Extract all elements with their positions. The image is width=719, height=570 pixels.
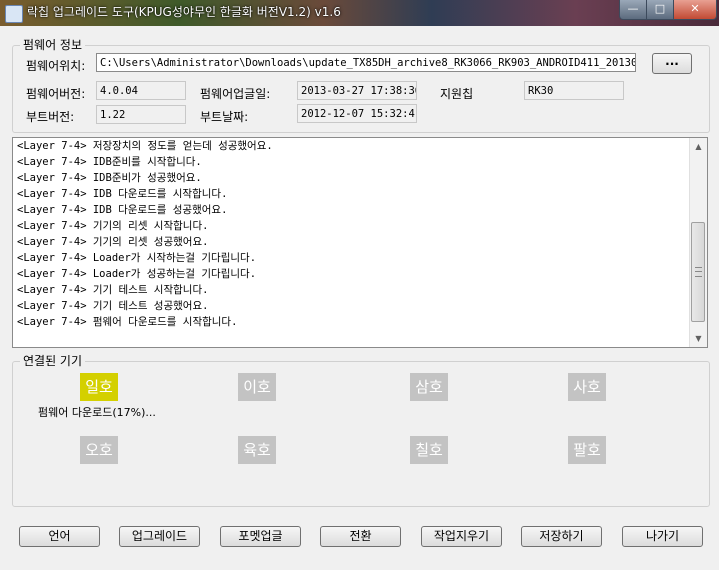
scroll-thumb[interactable] (691, 222, 705, 322)
log-line: <Layer 7-4> IDB준비가 성공했어요. (17, 172, 202, 184)
app-icon (5, 5, 23, 23)
log-scrollbar[interactable]: ▲ ▼ (689, 138, 707, 347)
log-line: <Layer 7-4> IDB 다운로드를 성공했어요. (17, 204, 228, 216)
log-line: <Layer 7-4> 기기 테스트 시작합니다. (17, 284, 209, 296)
firmware-location-field[interactable]: C:\Users\Administrator\Downloads\update_… (96, 53, 636, 72)
device-slot-5[interactable]: 오호 (80, 436, 118, 464)
connected-devices-label: 연결된 기기 (20, 354, 86, 368)
firmware-location-label: 펌웨어위치: (26, 59, 86, 73)
boot-version-label: 부트버전: (26, 110, 75, 124)
chip-label: 지원칩 (440, 87, 474, 101)
log-line: <Layer 7-4> 기기의 리셋 성공했어요. (17, 236, 209, 248)
grip-icon (695, 267, 702, 277)
scroll-up-icon[interactable]: ▲ (690, 138, 707, 155)
upgrade-button[interactable]: 업그레이드 (119, 526, 200, 547)
device-progress-text: 펌웨어 다운로드(17%)... (38, 406, 156, 419)
title-bar[interactable]: 락칩 업그레이드 도구(KPUG성야무인 한글화 버전V1.2) v1.6 — … (0, 0, 719, 26)
format-upgrade-button[interactable]: 포멧업글 (220, 526, 301, 547)
save-button[interactable]: 저장하기 (521, 526, 602, 547)
log-line: <Layer 7-4> 기기 테스트 성공했어요. (17, 300, 209, 312)
log-line: <Layer 7-4> 기기의 리셋 시작합니다. (17, 220, 209, 232)
log-line: <Layer 7-4> IDB 다운로드를 시작합니다. (17, 188, 228, 200)
boot-version-field: 1.22 (96, 105, 186, 124)
firmware-upload-date-label: 펌웨어업글일: (200, 87, 271, 101)
device-slot-6[interactable]: 육호 (238, 436, 276, 464)
firmware-info-label: 펌웨어 정보 (20, 38, 86, 52)
log-line: <Layer 7-4> 펌웨어 다운로드를 시작합니다. (17, 316, 238, 328)
exit-button[interactable]: 나가기 (622, 526, 703, 547)
app-window: 락칩 업그레이드 도구(KPUG성야무인 한글화 버전V1.2) v1.6 — … (0, 0, 719, 570)
firmware-version-label: 펌웨어버전: (26, 87, 86, 101)
device-slot-4[interactable]: 사호 (568, 373, 606, 401)
log-line: <Layer 7-4> IDB준비를 시작합니다. (17, 156, 202, 168)
firmware-upload-date-field: 2013-03-27 17:38:36 (297, 81, 417, 100)
log-lines: <Layer 7-4> 저장장치의 정도를 얻는데 성공했어요. <Layer 7… (17, 138, 687, 330)
chip-field: RK30 (524, 81, 624, 100)
log-line: <Layer 7-4> Loader가 성공하는걸 기다립니다. (17, 268, 257, 280)
log-output[interactable]: <Layer 7-4> 저장장치의 정도를 얻는데 성공했어요. <Layer 7… (12, 137, 708, 348)
close-button[interactable]: ✕ (673, 0, 717, 20)
log-line: <Layer 7-4> Loader가 시작하는걸 기다립니다. (17, 252, 257, 264)
device-slot-3[interactable]: 삼호 (410, 373, 448, 401)
boot-date-label: 부트날짜: (200, 110, 249, 124)
firmware-version-field: 4.0.04 (96, 81, 186, 100)
boot-date-field: 2012-12-07 15:32:41 (297, 104, 417, 123)
minimize-button[interactable]: — (619, 0, 647, 20)
device-slot-7[interactable]: 칠호 (410, 436, 448, 464)
switch-button[interactable]: 전환 (320, 526, 401, 547)
clear-log-button[interactable]: 작업지우기 (421, 526, 502, 547)
scroll-down-icon[interactable]: ▼ (690, 330, 707, 347)
language-button[interactable]: 언어 (19, 526, 100, 547)
maximize-button[interactable]: □ (646, 0, 674, 20)
device-slot-1[interactable]: 일호 (80, 373, 118, 401)
log-line: <Layer 7-4> 저장장치의 정도를 얻는데 성공했어요. (17, 140, 273, 152)
window-title: 락칩 업그레이드 도구(KPUG성야무인 한글화 버전V1.2) v1.6 (27, 5, 341, 19)
browse-button[interactable]: ... (652, 53, 692, 74)
device-slot-2[interactable]: 이호 (238, 373, 276, 401)
device-slot-8[interactable]: 팔호 (568, 436, 606, 464)
